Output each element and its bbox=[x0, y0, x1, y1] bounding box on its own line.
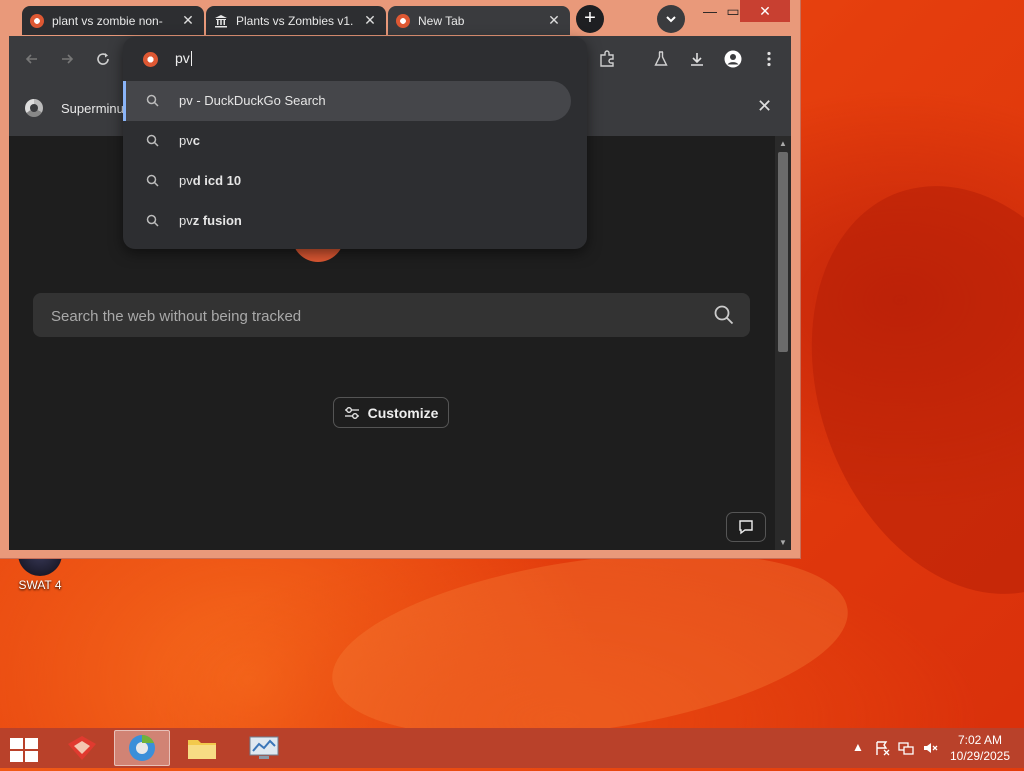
windows-logo-icon bbox=[25, 738, 38, 749]
windows-logo-icon bbox=[10, 738, 23, 749]
windows-logo-icon bbox=[25, 751, 38, 762]
new-tab-button[interactable]: + bbox=[576, 5, 604, 33]
taskbar-app-toolbox[interactable] bbox=[54, 730, 110, 766]
suggestion-item[interactable]: pvd icd 10 bbox=[123, 161, 571, 201]
search-icon bbox=[146, 174, 159, 187]
maximize-icon: ▭ bbox=[726, 3, 740, 19]
search-input[interactable] bbox=[49, 293, 693, 339]
close-icon[interactable]: ✕ bbox=[362, 12, 378, 29]
customize-button[interactable]: Customize bbox=[333, 397, 449, 428]
network-icon[interactable] bbox=[898, 740, 914, 756]
scroll-down-arrow[interactable]: ▼ bbox=[778, 538, 788, 547]
volume-muted-icon[interactable] bbox=[922, 740, 938, 756]
suggestion-text: pvc bbox=[179, 133, 200, 148]
puzzle-icon bbox=[600, 50, 614, 67]
scroll-thumb[interactable] bbox=[778, 152, 788, 352]
chevron-down-icon bbox=[666, 16, 676, 23]
supermium-logo-icon bbox=[25, 99, 43, 117]
duckduckgo-icon bbox=[30, 13, 44, 28]
profile-button[interactable] bbox=[722, 48, 744, 70]
clock-time: 7:02 AM bbox=[957, 733, 1003, 747]
taskbar: ▲ 7:02 AM 10/29/2025 bbox=[0, 728, 1024, 768]
chat-bubble-icon bbox=[739, 520, 753, 535]
tab-title: Plants vs Zombies v1. bbox=[236, 13, 354, 28]
forward-button[interactable] bbox=[56, 48, 78, 70]
address-bar[interactable]: pv bbox=[123, 37, 587, 81]
start-button[interactable] bbox=[8, 736, 38, 762]
title-bar: plant vs zombie non- ✕ Plants vs Zombies… bbox=[0, 0, 800, 36]
reload-button[interactable] bbox=[92, 48, 114, 70]
downloads-button[interactable] bbox=[686, 48, 708, 70]
arrow-right-icon bbox=[62, 54, 74, 64]
address-input[interactable]: pv bbox=[175, 50, 192, 66]
suggestion-text: pvz fusion bbox=[179, 213, 242, 228]
search-icon[interactable] bbox=[713, 304, 735, 326]
folder-icon bbox=[188, 740, 216, 759]
close-icon[interactable]: ✕ bbox=[180, 12, 196, 29]
more-vertical-icon bbox=[767, 51, 771, 67]
browser-app-icon bbox=[129, 735, 155, 761]
window-close-button[interactable]: ✕ bbox=[740, 0, 790, 22]
omnibox-dropdown: pv pv - DuckDuckGo Search pvc pvd icd 10… bbox=[123, 37, 587, 249]
desktop-icon-swat4[interactable]: SWAT 4 bbox=[10, 552, 70, 592]
labs-button[interactable] bbox=[650, 48, 672, 70]
arrow-left-icon bbox=[25, 54, 37, 64]
text-caret bbox=[190, 51, 192, 66]
suggestion-item[interactable]: pv - DuckDuckGo Search bbox=[123, 81, 571, 121]
back-button[interactable] bbox=[21, 48, 43, 70]
suggestion-item[interactable]: pvz fusion bbox=[123, 201, 571, 241]
duckduckgo-icon bbox=[143, 52, 158, 67]
action-center-flag-icon[interactable] bbox=[874, 740, 890, 756]
sliders-icon bbox=[344, 406, 359, 419]
tab-new-tab[interactable]: New Tab ✕ bbox=[388, 6, 570, 35]
download-icon bbox=[691, 53, 703, 66]
taskbar-app-file-explorer[interactable] bbox=[174, 730, 230, 766]
customize-label: Customize bbox=[367, 404, 439, 421]
search-icon bbox=[146, 214, 159, 227]
tab-title: New Tab bbox=[418, 13, 465, 28]
close-icon: ✕ bbox=[759, 3, 771, 19]
museum-icon bbox=[214, 14, 228, 28]
suggestion-text: pvd icd 10 bbox=[179, 173, 242, 188]
extensions-button[interactable] bbox=[596, 48, 618, 70]
tray-expand-icon[interactable]: ▲ bbox=[852, 740, 864, 754]
tab-plant-vs-zombie[interactable]: plant vs zombie non- ✕ bbox=[22, 6, 204, 35]
taskbar-app-monitor[interactable] bbox=[236, 730, 292, 766]
toolbox-icon bbox=[68, 736, 96, 760]
profile-icon bbox=[724, 50, 742, 68]
taskbar-app-browser[interactable] bbox=[114, 730, 170, 766]
windows-logo-icon bbox=[10, 751, 23, 762]
plus-icon: + bbox=[584, 7, 596, 29]
flask-icon bbox=[654, 51, 668, 66]
system-clock[interactable]: 7:02 AM 10/29/2025 bbox=[946, 732, 1014, 764]
reload-icon bbox=[97, 53, 109, 65]
clock-date: 10/29/2025 bbox=[949, 749, 1011, 763]
tab-plants-vs-zombies-v1[interactable]: Plants vs Zombies v1. ✕ bbox=[206, 6, 386, 35]
browser-window: plant vs zombie non- ✕ Plants vs Zombies… bbox=[0, 0, 800, 558]
suggestion-item[interactable]: pvc bbox=[123, 121, 571, 161]
desktop-icon-label: SWAT 4 bbox=[18, 578, 62, 592]
close-icon[interactable]: ✕ bbox=[757, 96, 772, 117]
suggestion-text: pv - DuckDuckGo Search bbox=[179, 93, 326, 108]
minimize-icon: — bbox=[703, 3, 717, 19]
page-scrollbar[interactable]: ▲ ▼ bbox=[775, 136, 791, 550]
monitor-app-icon bbox=[249, 736, 279, 759]
close-icon[interactable]: ✕ bbox=[546, 12, 562, 29]
duckduckgo-icon bbox=[396, 13, 410, 28]
menu-button[interactable] bbox=[758, 48, 780, 70]
tab-title: plant vs zombie non- bbox=[52, 13, 163, 28]
tab-search-button[interactable] bbox=[657, 5, 685, 33]
scroll-up-arrow[interactable]: ▲ bbox=[778, 139, 788, 148]
feedback-button[interactable] bbox=[726, 512, 766, 542]
search-icon bbox=[146, 134, 159, 147]
bookmarks-bar-label[interactable]: Superminu bbox=[61, 101, 124, 116]
search-bar[interactable] bbox=[33, 293, 750, 339]
search-icon bbox=[146, 94, 159, 107]
